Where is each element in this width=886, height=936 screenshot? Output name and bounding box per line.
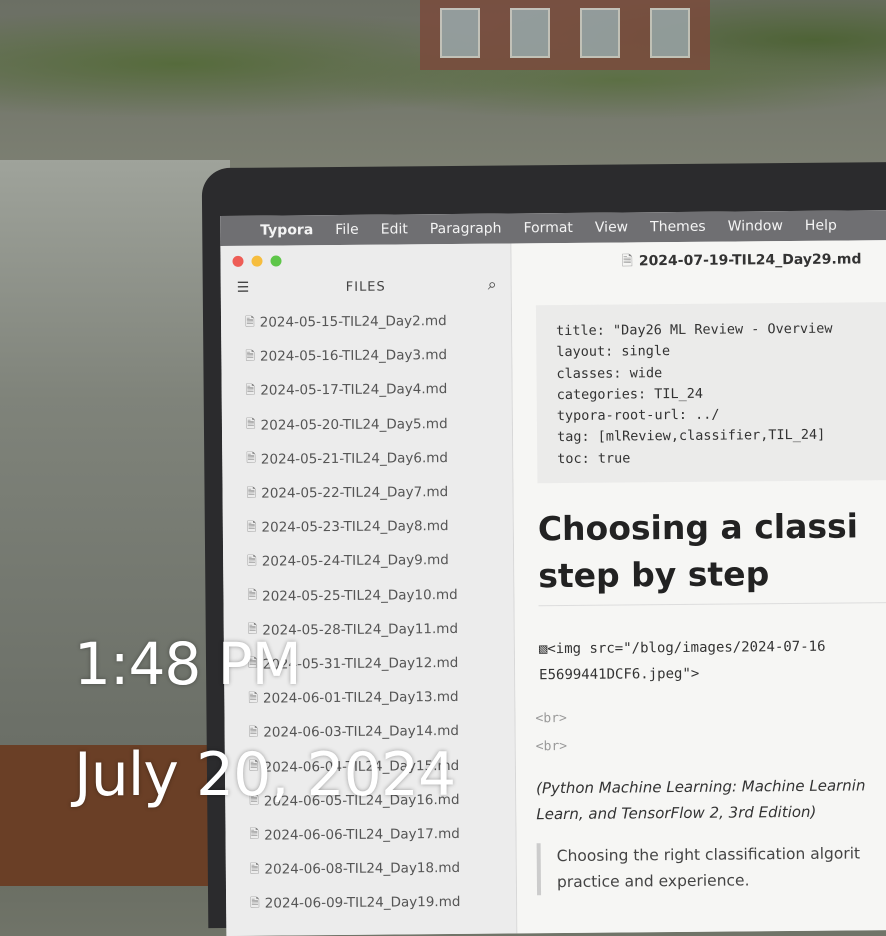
file-name: 2024-05-21-TIL24_Day6.md [260,449,448,468]
zoom-window-button[interactable] [270,255,282,267]
front-matter-line: tag: [mlReview,classifier,TIL_24] [556,427,826,446]
timestamp-time: 1:48 PM [74,630,302,698]
file-item[interactable]: 🗎 2024-05-22-TIL24_Day7.md [246,474,506,510]
document-title: 🗎 2024-07-19-TIL24_Day29.md [621,248,861,274]
br-tag: <br> [535,738,568,755]
document-icon: 🗎 [247,553,257,568]
file-item[interactable]: 🗎 2024-06-09-TIL24_Day19.md [250,885,510,921]
front-matter-line: classes: wide [556,364,663,382]
img-tag-text: <img src="/blog/images/2024-07-16 [547,638,826,658]
document-icon: 🗎 [244,314,255,329]
menu-themes[interactable]: Themes [650,219,706,235]
front-matter-line: title: "Day26 ML Review - Overview [556,320,833,340]
menu-help[interactable]: Help [805,218,837,234]
file-name: 2024-05-20-TIL24_Day5.md [260,415,448,434]
window-controls [232,255,282,267]
file-name: 2024-05-25-TIL24_Day10.md [262,586,458,605]
document-icon: 🗎 [245,382,256,397]
menu-app-name[interactable]: Typora [260,222,313,238]
building-window [440,8,480,58]
menu-view[interactable]: View [595,219,628,235]
book-citation: Learn, and TensorFlow 2, 3rd Edition) [536,802,817,824]
file-item[interactable]: 🗎 2024-05-24-TIL24_Day9.md [247,543,507,579]
front-matter-line: toc: true [557,450,631,467]
quote-line: Choosing the right classification algori… [556,844,861,866]
document-title-text: 2024-07-19-TIL24_Day29.md [638,251,862,270]
document-icon: 🗎 [245,416,256,431]
img-tag-line: E5699441DCF6.jpeg"> [539,665,700,684]
files-title: FILES [345,279,386,295]
heading-line: step by step [538,554,770,596]
file-name: 2024-05-15-TIL24_Day2.md [259,313,447,331]
img-tag-line: ▧<img src="/blog/images/2024-07-16 [539,639,826,658]
file-item[interactable]: 🗎 2024-05-21-TIL24_Day6.md [246,440,506,476]
file-name: 2024-06-03-TIL24_Day14.md [263,723,459,741]
document-icon: 🗎 [246,451,256,466]
document-icon: 🗎 [246,519,257,534]
editor-pane[interactable]: 🗎 2024-07-19-TIL24_Day29.md title: "Day26… [511,239,886,934]
front-matter-line: categories: TIL_24 [556,385,704,403]
file-name: 2024-06-09-TIL24_Day19.md [264,894,461,912]
file-item[interactable]: 🗎 2024-06-06-TIL24_Day17.md [249,816,509,852]
document-icon: 🗎 [249,827,260,842]
menu-paragraph[interactable]: Paragraph [430,221,502,238]
file-item[interactable]: 🗎 2024-05-25-TIL24_Day10.md [247,577,507,613]
menu-edit[interactable]: Edit [381,221,408,237]
building-window [580,8,620,58]
laptop: Typora File Edit Paragraph Format View T… [201,161,886,936]
file-sidebar: ☰ FILES ⌕ 🗎 2024-05-15-TIL24_Day2.md 🗎 202… [220,243,518,936]
file-item[interactable]: 🗎 2024-05-16-TIL24_Day3.md [245,338,505,374]
menu-file[interactable]: File [335,222,359,238]
building-window [510,8,550,58]
building-window [650,8,690,58]
file-item[interactable]: 🗎 2024-06-08-TIL24_Day18.md [250,850,510,886]
br-tag: <br> [535,710,567,727]
search-icon[interactable]: ⌕ [488,275,497,295]
file-item[interactable]: 🗎 2024-05-20-TIL24_Day5.md [246,406,506,442]
document-icon: 🗎 [250,895,260,910]
file-name: 2024-06-08-TIL24_Day18.md [264,860,461,878]
document-icon: 🗎 [621,253,633,270]
file-name: 2024-06-06-TIL24_Day17.md [264,825,460,844]
file-name: 2024-05-24-TIL24_Day9.md [261,552,449,571]
file-name: 2024-05-17-TIL24_Day4.md [260,381,448,400]
heading-line: Choosing a classi [537,506,859,549]
menu-format[interactable]: Format [523,220,572,236]
file-name: 2024-05-16-TIL24_Day3.md [259,347,448,365]
laptop-screen: Typora File Edit Paragraph Format View T… [220,209,886,936]
building [420,0,710,70]
menu-window[interactable]: Window [728,218,783,234]
front-matter-line: typora-root-url: ../ [556,406,720,425]
file-item[interactable]: 🗎 2024-05-15-TIL24_Day2.md [245,304,505,340]
file-item[interactable]: 🗎 2024-05-17-TIL24_Day4.md [245,372,505,408]
document-heading: Choosing a classi step by step [537,501,886,607]
file-item[interactable]: 🗎 2024-05-23-TIL24_Day8.md [247,509,507,545]
document-icon: 🗎 [246,485,257,500]
front-matter-line: layout: single [556,343,671,361]
minimize-window-button[interactable] [251,255,263,267]
quote-line: practice and experience. [556,871,750,892]
yaml-front-matter[interactable]: title: "Day26 ML Review - Overview layou… [535,301,886,484]
file-list: 🗎 2024-05-15-TIL24_Day2.md 🗎 2024-05-16-TI… [245,304,510,922]
close-window-button[interactable] [232,255,244,267]
document-icon: 🗎 [245,348,256,363]
file-name: 2024-05-23-TIL24_Day8.md [261,518,449,536]
timestamp-date: July 20, 2024 [74,740,456,810]
book-citation: (Python Machine Learning: Machine Learni… [536,776,866,798]
document-icon: 🗎 [249,861,260,876]
files-header: ☰ FILES ⌕ [221,273,511,302]
blockquote: Choosing the right classification algori… [536,840,861,896]
document-icon: 🗎 [247,587,258,602]
file-name: 2024-05-22-TIL24_Day7.md [261,484,449,502]
